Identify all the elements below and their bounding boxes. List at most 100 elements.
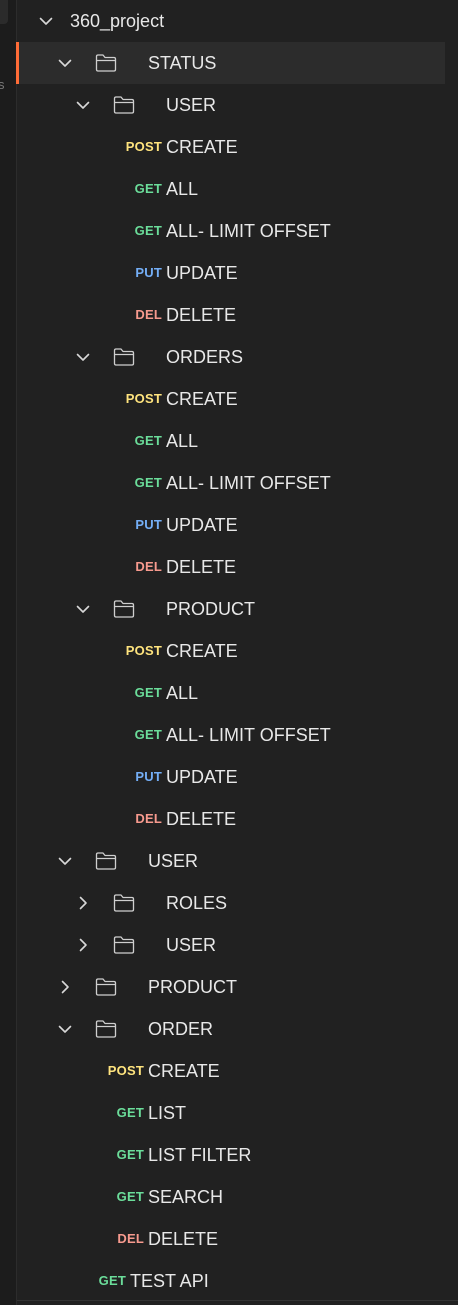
collection-name: 360_project	[70, 11, 165, 31]
request-label: SEARCH	[148, 1187, 224, 1207]
method-badge-get: GET	[134, 223, 162, 238]
request-row-update[interactable]: PUT UPDATE	[17, 252, 458, 294]
folder-label: USER	[166, 95, 217, 115]
request-row-delete[interactable]: DEL DELETE	[17, 1218, 458, 1260]
request-row-update[interactable]: PUT UPDATE	[17, 504, 458, 546]
request-row-update[interactable]: PUT UPDATE	[17, 756, 458, 798]
folder-icon	[95, 53, 117, 73]
folder-label: ORDERS	[166, 347, 244, 367]
folder-label: PRODUCT	[166, 599, 255, 619]
folder-label: USER	[148, 851, 199, 871]
request-row-create[interactable]: POST CREATE	[17, 126, 458, 168]
method-badge-post: POST	[125, 139, 162, 154]
method-badge-get: GET	[116, 1147, 144, 1162]
request-row-all[interactable]: GET ALL	[17, 168, 458, 210]
request-row-create[interactable]: POST CREATE	[17, 378, 458, 420]
rail-top-block	[0, 0, 8, 24]
folder-icon	[113, 893, 135, 913]
request-label: CREATE	[148, 1061, 220, 1081]
request-label: TEST API	[130, 1271, 209, 1291]
method-badge-get: GET	[134, 181, 162, 196]
request-row-list[interactable]: GET LIST	[17, 1092, 458, 1134]
folder-icon	[113, 599, 135, 619]
folder-icon	[95, 851, 117, 871]
chevron-right-icon[interactable]	[74, 894, 92, 912]
request-label: DELETE	[166, 809, 237, 829]
folder-icon	[113, 935, 135, 955]
request-label: ALL- LIMIT OFFSET	[166, 221, 331, 241]
method-badge-get: GET	[134, 727, 162, 742]
chevron-down-icon[interactable]	[56, 1020, 74, 1038]
method-badge-del: DEL	[135, 307, 162, 322]
request-label: ALL	[166, 431, 199, 451]
method-badge-put: PUT	[135, 265, 162, 280]
folder-icon	[95, 977, 117, 997]
request-label: LIST FILTER	[148, 1145, 252, 1165]
folder-row-user[interactable]: USER	[17, 840, 458, 882]
chevron-down-icon[interactable]	[74, 96, 92, 114]
chevron-down-icon[interactable]	[37, 12, 55, 30]
folder-row-order[interactable]: ORDER	[17, 1008, 458, 1050]
request-row-delete[interactable]: DEL DELETE	[17, 294, 458, 336]
folder-row-status[interactable]: STATUS	[16, 42, 445, 84]
method-badge-get: GET	[116, 1189, 144, 1204]
request-label: DELETE	[166, 305, 237, 325]
request-row-create[interactable]: POST CREATE	[17, 630, 458, 672]
chevron-down-icon[interactable]	[74, 348, 92, 366]
request-label: DELETE	[148, 1229, 219, 1249]
request-label: ALL- LIMIT OFFSET	[166, 725, 331, 745]
folder-icon	[113, 347, 135, 367]
folder-label: ORDER	[148, 1019, 214, 1039]
request-label: UPDATE	[166, 263, 238, 283]
method-badge-get: GET	[98, 1273, 126, 1288]
method-badge-post: POST	[125, 643, 162, 658]
method-badge-del: DEL	[135, 559, 162, 574]
folder-icon	[95, 1019, 117, 1039]
request-label: CREATE	[166, 641, 238, 661]
folder-row-product[interactable]: PRODUCT	[17, 588, 458, 630]
folder-row-orders[interactable]: ORDERS	[17, 336, 458, 378]
request-label: ALL	[166, 683, 199, 703]
chevron-down-icon[interactable]	[56, 54, 74, 72]
request-label: LIST	[148, 1103, 187, 1123]
chevron-down-icon[interactable]	[74, 600, 92, 618]
folder-row-roles[interactable]: ROLES	[17, 882, 458, 924]
request-row-all[interactable]: GET ALL	[17, 420, 458, 462]
request-row-list-filter[interactable]: GET LIST FILTER	[17, 1134, 458, 1176]
folder-row-user[interactable]: USER	[17, 924, 458, 966]
request-label: CREATE	[166, 389, 238, 409]
folder-label: USER	[166, 935, 217, 955]
method-badge-get: GET	[134, 685, 162, 700]
method-badge-post: POST	[125, 391, 162, 406]
folder-icon	[113, 95, 135, 115]
folder-label: PRODUCT	[148, 977, 237, 997]
request-label: ALL	[166, 179, 199, 199]
collection-tree: 360_project STATUS USER POST CREATE GET ALL GET…	[16, 0, 458, 1305]
chevron-right-icon[interactable]	[74, 936, 92, 954]
folder-label: STATUS	[148, 53, 217, 73]
method-badge-get: GET	[116, 1105, 144, 1120]
collection-row[interactable]: 360_project	[17, 0, 458, 42]
chevron-down-icon[interactable]	[56, 852, 74, 870]
request-row-test-api[interactable]: GET TEST API	[17, 1260, 458, 1302]
request-row-all-limit-offset[interactable]: GET ALL- LIMIT OFFSET	[17, 714, 458, 756]
request-row-all-limit-offset[interactable]: GET ALL- LIMIT OFFSET	[17, 462, 458, 504]
method-badge-put: PUT	[135, 517, 162, 532]
request-label: UPDATE	[166, 515, 238, 535]
folder-row-user[interactable]: USER	[17, 84, 458, 126]
divider	[17, 1300, 458, 1301]
request-row-all-limit-offset[interactable]: GET ALL- LIMIT OFFSET	[17, 210, 458, 252]
method-badge-put: PUT	[135, 769, 162, 784]
chevron-right-icon[interactable]	[56, 978, 74, 996]
request-row-all[interactable]: GET ALL	[17, 672, 458, 714]
request-row-delete[interactable]: DEL DELETE	[17, 798, 458, 840]
request-row-create[interactable]: POST CREATE	[17, 1050, 458, 1092]
request-label: UPDATE	[166, 767, 238, 787]
method-badge-del: DEL	[117, 1231, 144, 1246]
folder-row-product[interactable]: PRODUCT	[17, 966, 458, 1008]
method-badge-get: GET	[134, 475, 162, 490]
method-badge-del: DEL	[135, 811, 162, 826]
request-label: ALL- LIMIT OFFSET	[166, 473, 331, 493]
request-row-delete[interactable]: DEL DELETE	[17, 546, 458, 588]
request-row-search[interactable]: GET SEARCH	[17, 1176, 458, 1218]
